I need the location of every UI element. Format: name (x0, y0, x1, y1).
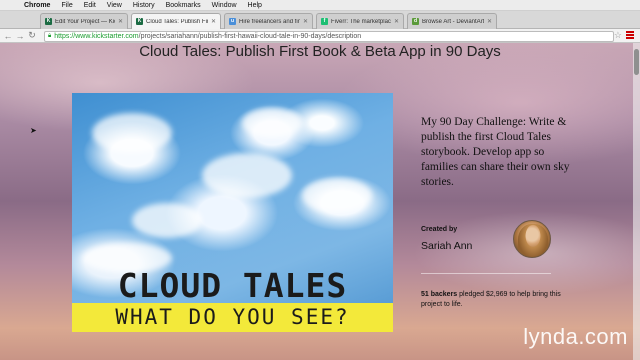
mouse-cursor-icon: ➤ (30, 126, 37, 135)
mac-menu-bar: Chrome File Edit View History Bookmarks … (0, 0, 640, 11)
project-blurb: My 90 Day Challenge: Write & publish the… (421, 116, 570, 188)
cover-title: CLOUD TALES (117, 266, 348, 305)
page-content: Cloud Tales: Publish First Book & Beta A… (0, 43, 640, 360)
url-path: /projects/sariahann/publish-first-hawaii… (138, 33, 362, 40)
creator-name-link[interactable]: Sariah Ann (421, 240, 472, 252)
deviantart-favicon-icon: d (412, 18, 419, 25)
tab-cloud-tales[interactable]: K Cloud Tales: Publish First B ✕ (131, 13, 221, 29)
close-icon[interactable]: ✕ (303, 18, 308, 25)
backers-count: 51 backers (421, 291, 458, 298)
menu-edit[interactable]: Edit (84, 2, 96, 9)
tab-deviantart[interactable]: d Browse Art - DeviantArt ✕ (407, 13, 497, 29)
browser-toolbar: ← → ↻ 🔒︎ https://www.kickstarter.com/pro… (0, 29, 640, 43)
project-cover-image[interactable]: CLOUD TALES WHAT DO YOU SEE? (72, 93, 393, 332)
forward-arrow-icon[interactable]: → (14, 31, 26, 41)
tab-edit-project[interactable]: K Edit Your Project — Kicks ✕ (40, 13, 128, 29)
cover-subtitle-band: WHAT DO YOU SEE? (72, 303, 393, 332)
tab-label: Fiverr: The marketplace fo (331, 18, 391, 25)
menu-view[interactable]: View (107, 2, 122, 9)
scrollbar-thumb[interactable] (634, 49, 639, 75)
divider (421, 273, 551, 274)
url-host: https://www.kickstarter.com (54, 33, 139, 40)
tab-upwork[interactable]: u Hire freelancers and find fr ✕ (224, 13, 313, 29)
page-title: Cloud Tales: Publish First Book & Beta A… (139, 43, 501, 60)
close-icon[interactable]: ✕ (118, 18, 123, 25)
menu-help[interactable]: Help (248, 2, 262, 9)
cover-subtitle: WHAT DO YOU SEE? (115, 305, 350, 329)
backers-summary: 51 backers pledged $2,969 to help bring … (421, 290, 571, 310)
bookmark-star-icon[interactable]: ☆ (614, 30, 622, 41)
close-icon[interactable]: ✕ (211, 18, 216, 25)
kickstarter-favicon-icon: K (45, 18, 52, 25)
menu-window[interactable]: Window (212, 2, 237, 9)
tab-label: Cloud Tales: Publish First B (146, 18, 208, 25)
upwork-favicon-icon: u (229, 18, 236, 25)
menu-app-chrome[interactable]: Chrome (24, 2, 50, 9)
tab-label: Edit Your Project — Kicks (55, 18, 115, 25)
kickstarter-favicon-icon: K (136, 18, 143, 25)
menu-history[interactable]: History (133, 2, 155, 9)
lynda-watermark: lynda.com (523, 324, 628, 349)
close-icon[interactable]: ✕ (394, 18, 399, 25)
tab-label: Hire freelancers and find fr (239, 18, 300, 25)
tab-fiverr[interactable]: f Fiverr: The marketplace fo ✕ (316, 13, 404, 29)
back-arrow-icon[interactable]: ← (2, 31, 14, 41)
chrome-menu-icon[interactable] (626, 31, 634, 40)
tab-strip: K Edit Your Project — Kicks ✕ K Cloud Ta… (0, 11, 640, 29)
lock-icon: 🔒︎ (48, 33, 52, 39)
creator-avatar[interactable] (513, 220, 551, 258)
menu-bookmarks[interactable]: Bookmarks (166, 2, 201, 9)
close-icon[interactable]: ✕ (487, 18, 492, 25)
address-bar[interactable]: 🔒︎ https://www.kickstarter.com/projects/… (44, 31, 614, 42)
menu-file[interactable]: File (61, 2, 72, 9)
reload-icon[interactable]: ↻ (26, 30, 38, 41)
created-by-label: Created by (421, 226, 458, 233)
fiverr-favicon-icon: f (321, 18, 328, 25)
scrollbar[interactable] (633, 43, 640, 360)
tab-label: Browse Art - DeviantArt (422, 18, 484, 25)
